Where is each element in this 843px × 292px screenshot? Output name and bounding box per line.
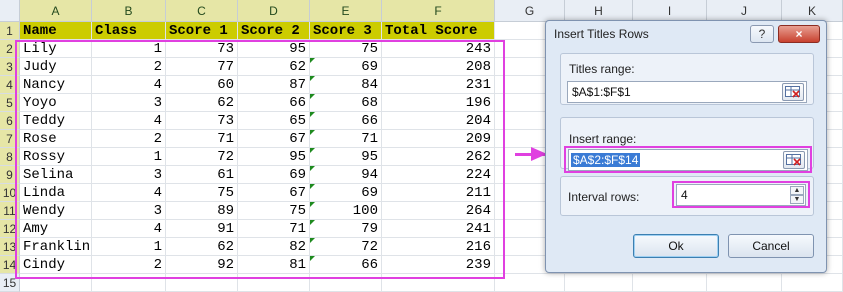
spin-up-icon[interactable]: ▲ bbox=[790, 186, 804, 195]
insert-titles-rows-dialog: Insert Titles Rows ? × Titles range: $A$… bbox=[545, 20, 827, 273]
help-button[interactable]: ? bbox=[750, 25, 774, 43]
column-header-h[interactable]: H bbox=[565, 0, 633, 22]
empty-cell[interactable] bbox=[633, 274, 707, 292]
interval-rows-label: Interval rows: bbox=[568, 190, 640, 204]
empty-cell[interactable] bbox=[495, 274, 565, 292]
column-header-g[interactable]: G bbox=[495, 0, 565, 22]
ok-button[interactable]: Ok bbox=[633, 234, 719, 258]
header-cell[interactable]: Class bbox=[92, 22, 166, 40]
select-all-corner[interactable] bbox=[0, 0, 20, 22]
row-header-1[interactable]: 1 bbox=[0, 22, 20, 40]
column-header-b[interactable]: B bbox=[92, 0, 166, 22]
cancel-button[interactable]: Cancel bbox=[728, 234, 814, 258]
column-header-c[interactable]: C bbox=[166, 0, 238, 22]
header-cell[interactable]: Score 1 bbox=[166, 22, 238, 40]
insert-range-value: $A$2:$F$14 bbox=[571, 153, 641, 167]
header-cell[interactable]: Total Score bbox=[382, 22, 495, 40]
empty-cell[interactable] bbox=[782, 274, 843, 292]
header-cell[interactable]: Score 3 bbox=[310, 22, 382, 40]
titles-range-group: Titles range: $A$1:$F$1 bbox=[560, 53, 814, 105]
column-header-e[interactable]: E bbox=[310, 0, 382, 22]
column-header-k[interactable]: K bbox=[782, 0, 843, 22]
spin-down-icon[interactable]: ▼ bbox=[790, 195, 804, 204]
range-select-icon bbox=[786, 154, 801, 166]
header-cell[interactable]: Name bbox=[20, 22, 92, 40]
dialog-title: Insert Titles Rows bbox=[554, 27, 649, 41]
insert-range-field[interactable]: $A$2:$F$14 bbox=[568, 149, 808, 171]
interval-rows-spinner[interactable]: 4 ▲ ▼ bbox=[676, 184, 806, 206]
empty-cell[interactable] bbox=[565, 274, 633, 292]
interval-rows-value: 4 bbox=[681, 188, 688, 202]
insert-range-picker-button[interactable] bbox=[783, 151, 805, 169]
column-header-a[interactable]: A bbox=[20, 0, 92, 22]
titles-range-label: Titles range: bbox=[569, 62, 635, 76]
range-select-icon bbox=[785, 86, 800, 98]
data-range-highlight bbox=[15, 40, 505, 279]
column-header-f[interactable]: F bbox=[382, 0, 495, 22]
titles-range-field[interactable]: $A$1:$F$1 bbox=[567, 81, 807, 103]
column-header-d[interactable]: D bbox=[238, 0, 310, 22]
header-cell[interactable]: Score 2 bbox=[238, 22, 310, 40]
titles-range-picker-button[interactable] bbox=[782, 83, 804, 101]
empty-cell[interactable] bbox=[707, 274, 782, 292]
column-header-j[interactable]: J bbox=[707, 0, 782, 22]
close-button[interactable]: × bbox=[778, 25, 820, 43]
insert-range-label: Insert range: bbox=[569, 132, 637, 146]
titles-range-value: $A$1:$F$1 bbox=[572, 85, 631, 99]
column-header-i[interactable]: I bbox=[633, 0, 707, 22]
